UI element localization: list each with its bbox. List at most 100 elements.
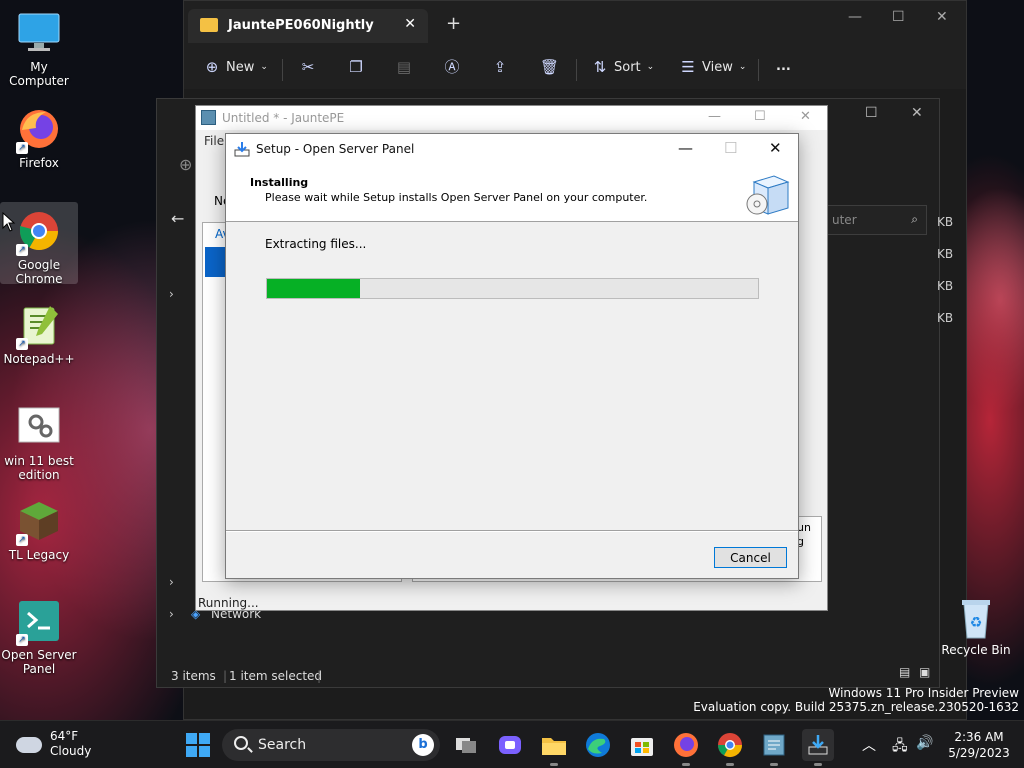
- minimize-icon[interactable]: —: [708, 109, 721, 124]
- status-divider: |: [317, 669, 322, 683]
- search-input[interactable]: uter ⌕: [825, 205, 927, 235]
- windows-logo-icon: [186, 733, 210, 757]
- notepad-plus-plus-icon: ↗: [16, 302, 62, 350]
- taskbar-app-firefox[interactable]: [670, 729, 702, 766]
- monitor-icon: [16, 10, 62, 56]
- search-icon: [234, 736, 248, 750]
- size-cell: KB: [937, 311, 954, 325]
- cut-icon[interactable]: ✂: [300, 59, 316, 75]
- chevron-down-icon: ⌄: [646, 62, 655, 72]
- button-fragment: un: [797, 521, 811, 534]
- expand-chevron-icon[interactable]: ›: [169, 607, 174, 621]
- menu-file[interactable]: File: [204, 134, 224, 148]
- firefox-icon: ↗: [16, 106, 62, 154]
- maximize-icon: ☐: [724, 139, 738, 157]
- close-icon[interactable]: ✕: [800, 109, 811, 124]
- cancel-button[interactable]: Cancel: [714, 547, 787, 568]
- desktop-icon-label: Notepad++: [3, 352, 75, 366]
- explorer-tab[interactable]: JauntePE060Nightly ✕: [188, 9, 428, 43]
- desktop-icon-open-server-panel[interactable]: ↗ Open Server Panel: [0, 598, 78, 676]
- taskbar-app-store[interactable]: [626, 729, 658, 761]
- shortcut-arrow-icon: ↗: [16, 534, 28, 546]
- details-view-icon[interactable]: ▤: [899, 665, 910, 679]
- plus-circle-icon: ⊕: [205, 58, 219, 76]
- desktop-icon-label: Open Server Panel: [1, 648, 77, 676]
- chat-icon: [499, 736, 521, 754]
- delete-icon[interactable]: 🗑: [540, 59, 559, 75]
- paste-icon[interactable]: ▤: [396, 59, 412, 75]
- new-tab-icon[interactable]: +: [446, 13, 461, 34]
- volume-icon[interactable]: 🔊: [916, 735, 933, 751]
- chevron-up-icon[interactable]: ︿: [862, 735, 876, 755]
- taskbar-app-edge[interactable]: [582, 729, 614, 761]
- task-view-button[interactable]: [450, 729, 482, 761]
- maximize-icon[interactable]: ☐: [754, 109, 766, 124]
- windows-watermark: Windows 11 Pro Insider Preview Evaluatio…: [693, 686, 1019, 714]
- desktop-icon-firefox[interactable]: ↗ Firefox: [0, 106, 78, 170]
- tiles-view-icon[interactable]: ▣: [919, 665, 930, 679]
- taskbar-app-chrome[interactable]: [714, 729, 746, 766]
- size-cell: KB: [937, 279, 954, 293]
- taskbar-app-file-explorer[interactable]: [538, 729, 570, 766]
- size-cell: KB: [937, 247, 954, 261]
- rename-icon[interactable]: Ⓐ: [444, 59, 460, 75]
- expand-chevron-icon[interactable]: ›: [169, 287, 174, 301]
- start-button[interactable]: [182, 729, 214, 761]
- bing-icon[interactable]: b: [412, 734, 434, 756]
- close-icon[interactable]: ✕: [911, 105, 923, 121]
- setup-header: Installing Please wait while Setup insta…: [226, 164, 798, 222]
- chevron-down-icon: ⌄: [260, 62, 268, 72]
- watermark-line1: Windows 11 Pro Insider Preview: [828, 686, 1019, 700]
- desktop-icon-win11-best-edition[interactable]: win 11 best edition: [0, 404, 78, 482]
- chrome-icon: ↗: [16, 208, 62, 256]
- shortcut-arrow-icon: ↗: [16, 634, 28, 646]
- shortcut-arrow-icon: ↗: [16, 142, 28, 154]
- svg-text:♻: ♻: [970, 615, 983, 631]
- new-button-label: New: [226, 59, 255, 75]
- taskbar-clock[interactable]: 2:36 AM 5/29/2023: [946, 729, 1012, 761]
- search-label: Search: [258, 737, 307, 753]
- back-arrow-icon[interactable]: ←: [171, 209, 184, 228]
- close-icon[interactable]: ✕: [936, 9, 948, 25]
- desktop-icon-label: Recycle Bin: [941, 643, 1011, 657]
- minimize-icon[interactable]: —: [678, 139, 693, 157]
- view-button[interactable]: ☰ View ⌄: [680, 59, 746, 75]
- setup-title-bar: Setup - Open Server Panel — ☐ ✕: [226, 134, 798, 164]
- expand-chevron-icon[interactable]: ›: [169, 575, 174, 589]
- store-icon: [631, 738, 653, 756]
- taskbar-app-setup[interactable]: [802, 729, 834, 766]
- close-tab-icon[interactable]: ✕: [404, 16, 416, 32]
- desktop-icon-notepad-plus-plus[interactable]: ↗ Notepad++: [0, 302, 78, 366]
- taskbar-app-jaunte[interactable]: [758, 729, 790, 766]
- status-item-count: 3 items: [171, 669, 216, 683]
- setup-subheading: Please wait while Setup installs Open Se…: [265, 191, 648, 204]
- selected-item-icon[interactable]: [205, 247, 225, 277]
- taskbar-app-chat[interactable]: [494, 729, 526, 761]
- new-button[interactable]: ⊕ New ⌄: [204, 59, 268, 75]
- minecraft-grass-block-icon: ↗: [16, 498, 62, 546]
- close-icon[interactable]: ✕: [769, 139, 782, 157]
- maximize-icon[interactable]: ☐: [865, 105, 878, 121]
- toolbar-divider: [758, 59, 759, 81]
- search-icon: ⌕: [911, 212, 918, 226]
- jaunte-title: Untitled * - JauntePE: [222, 111, 345, 125]
- folder-icon: [542, 738, 566, 755]
- sort-button-label: Sort: [614, 59, 641, 75]
- setup-dialog: Setup - Open Server Panel — ☐ ✕ Installi…: [225, 133, 799, 579]
- more-options-button[interactable]: ...: [776, 59, 791, 74]
- jaunte-title-bar: Untitled * - JauntePE — ☐ ✕: [196, 106, 827, 130]
- taskbar-search[interactable]: Search b: [222, 729, 440, 761]
- copy-icon[interactable]: ❐: [348, 59, 364, 75]
- share-icon[interactable]: ⇪: [492, 59, 508, 75]
- desktop-icon-my-computer[interactable]: My Computer: [0, 10, 78, 88]
- desktop-icon-label: My Computer: [9, 60, 69, 88]
- minimize-icon[interactable]: —: [848, 9, 862, 25]
- desktop-icon-tl-legacy[interactable]: ↗ TL Legacy: [0, 498, 78, 562]
- network-status-icon[interactable]: 🖧: [892, 735, 908, 759]
- desktop-icon-recycle-bin[interactable]: ♻ Recycle Bin: [940, 596, 1012, 657]
- maximize-icon[interactable]: ☐: [892, 9, 905, 25]
- progress-fill: [267, 279, 361, 298]
- sort-button[interactable]: ⇅ Sort ⌄: [592, 59, 655, 75]
- dialog-divider: [226, 531, 798, 532]
- add-icon[interactable]: ⊕: [179, 155, 192, 174]
